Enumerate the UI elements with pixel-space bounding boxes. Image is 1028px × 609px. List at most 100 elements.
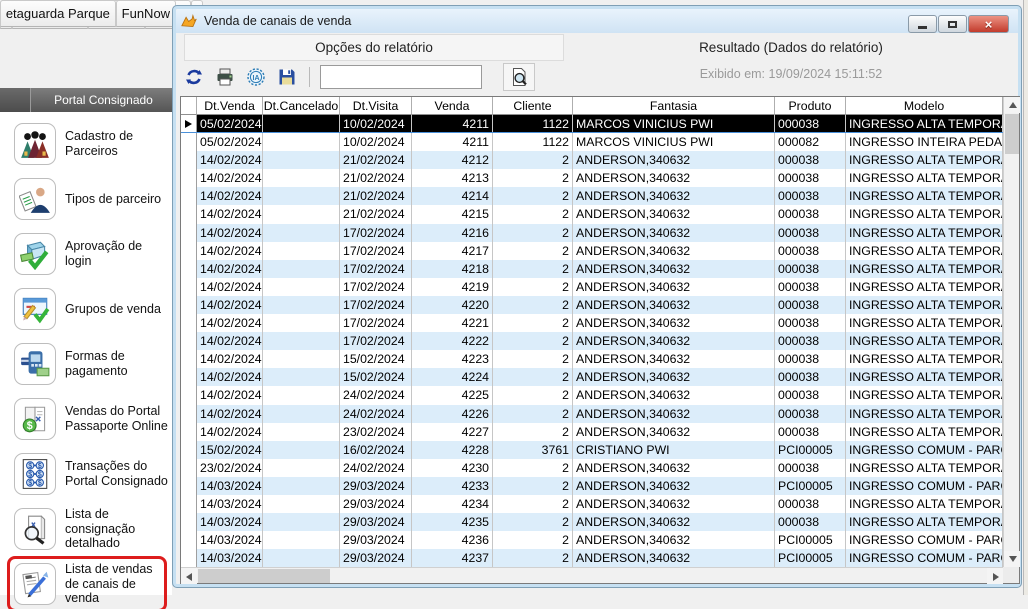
svg-text:$: $ <box>28 471 32 478</box>
cell: INGRESSO ALTA TEMPORAD <box>846 386 1003 404</box>
table-row[interactable]: 14/03/202429/03/202442332ANDERSON,340632… <box>181 477 1003 495</box>
close-button[interactable]: × <box>968 15 1009 33</box>
row-selector <box>181 368 197 386</box>
cell: 4211 <box>412 115 493 132</box>
sidebar-item-transacoes-do-portal-consignado[interactable]: $$$$$$Transações do Portal Consignado <box>10 449 172 499</box>
scroll-left-icon[interactable] <box>181 568 197 584</box>
table-row[interactable]: 14/03/202429/03/202442352ANDERSON,340632… <box>181 513 1003 531</box>
column-header-dt-visita[interactable]: Dt.Visita <box>340 97 412 115</box>
cell: 14/02/2024 <box>197 205 263 223</box>
refresh-button[interactable] <box>182 65 206 89</box>
table-row[interactable]: 05/02/202410/02/202442111122MARCOS VINIC… <box>181 115 1003 133</box>
cell: 2 <box>493 350 573 368</box>
column-header-produto[interactable]: Produto <box>775 97 846 115</box>
sidebar-item-lista-de-vendas-de-canais-de-venda[interactable]: Lista de vendas de canais de venda <box>10 559 164 609</box>
column-header-dt-cancelado[interactable]: Dt.Cancelado <box>263 97 340 115</box>
cell: 000038 <box>775 423 846 441</box>
row-selector <box>181 441 197 459</box>
cell: 4234 <box>412 495 493 513</box>
table-row[interactable]: 14/02/202421/02/202442142ANDERSON,340632… <box>181 187 1003 205</box>
portal-consignado-bar[interactable]: Portal Consignado <box>0 88 176 112</box>
table-row[interactable]: 14/02/202417/02/202442222ANDERSON,340632… <box>181 332 1003 350</box>
ia-report-button[interactable]: IA <box>244 65 268 89</box>
cell <box>263 115 340 132</box>
print-button[interactable] <box>213 65 237 89</box>
table-row[interactable]: 14/02/202417/02/202442172ANDERSON,340632… <box>181 242 1003 260</box>
sidebar-item-aprovacao-de-login[interactable]: Aprovação de login <box>10 229 172 279</box>
table-row[interactable]: 14/02/202421/02/202442152ANDERSON,340632… <box>181 205 1003 223</box>
table-row[interactable]: 14/02/202415/02/202442242ANDERSON,340632… <box>181 368 1003 386</box>
table-row[interactable]: 14/02/202424/02/202442262ANDERSON,340632… <box>181 405 1003 423</box>
ia-badge-icon: IA <box>246 67 266 87</box>
table-row[interactable]: 15/02/202416/02/202442283761CRISTIANO PW… <box>181 441 1003 459</box>
cell <box>263 187 340 205</box>
cell <box>263 133 340 151</box>
vertical-scroll-thumb[interactable] <box>1005 114 1019 154</box>
sidebar-item-grupos-de-venda[interactable]: Grupos de venda <box>10 284 172 334</box>
table-row[interactable]: 14/02/202417/02/202442212ANDERSON,340632… <box>181 314 1003 332</box>
sidebar-item-formas-de-pagamento[interactable]: Formas de pagamento <box>10 339 172 389</box>
column-header-dt-venda[interactable]: Dt.Venda <box>197 97 263 115</box>
row-selector <box>181 423 197 441</box>
cell: ANDERSON,340632 <box>573 169 775 187</box>
table-row[interactable]: 14/03/202429/03/202442362ANDERSON,340632… <box>181 531 1003 549</box>
column-header-fantasia[interactable]: Fantasia <box>573 97 775 115</box>
cell: ANDERSON,340632 <box>573 531 775 549</box>
table-row[interactable]: 05/02/202410/02/202442111122MARCOS VINIC… <box>181 133 1003 151</box>
sidebar-item-tipos-de-parceiro[interactable]: Tipos de parceiro <box>10 174 172 224</box>
column-header-gutter[interactable] <box>181 97 197 115</box>
table-row[interactable]: 14/02/202424/02/202442252ANDERSON,340632… <box>181 386 1003 404</box>
table-row[interactable]: 14/02/202421/02/202442132ANDERSON,340632… <box>181 169 1003 187</box>
row-selector <box>181 115 197 132</box>
sidebar-item-vendas-do-portal-passaporte-online[interactable]: $Vendas do Portal Passaporte Online <box>10 394 172 444</box>
cell: CRISTIANO PWI <box>573 441 775 459</box>
column-header-venda[interactable]: Venda <box>412 97 493 115</box>
tab-etaguarda-parque[interactable]: etaguarda Parque <box>0 0 116 27</box>
save-button[interactable] <box>275 65 299 89</box>
sidebar-item-lista-de-consignacao-detalhado[interactable]: Lista de consignação detalhado <box>10 504 172 554</box>
scroll-down-icon[interactable] <box>1004 551 1020 567</box>
vertical-scrollbar[interactable] <box>1003 97 1019 567</box>
cell: 000038 <box>775 115 846 132</box>
row-selector <box>181 513 197 531</box>
horizontal-scroll-thumb[interactable] <box>198 569 330 583</box>
cell <box>263 169 340 187</box>
minimize-button[interactable] <box>908 15 937 33</box>
report-filter-input[interactable] <box>320 65 482 89</box>
row-selector <box>181 151 197 169</box>
table-row[interactable]: 14/02/202415/02/202442232ANDERSON,340632… <box>181 350 1003 368</box>
row-selector <box>181 205 197 223</box>
tab-opcoes-do-relatorio[interactable]: Opções do relatório <box>184 34 564 61</box>
cell: 14/02/2024 <box>197 386 263 404</box>
restore-button[interactable] <box>938 15 967 33</box>
top-tab-row-2: etaguarda ParqueFunNow <box>0 0 176 27</box>
scroll-up-icon[interactable] <box>1004 97 1020 113</box>
tab-funnow[interactable]: FunNow <box>116 0 176 27</box>
cell: 000038 <box>775 224 846 242</box>
cell: 2 <box>493 495 573 513</box>
column-header-modelo[interactable]: Modelo <box>846 97 1003 115</box>
table-row[interactable]: 14/02/202417/02/202442162ANDERSON,340632… <box>181 224 1003 242</box>
tab-resultado-dados-do-relatorio[interactable]: Resultado (Dados do relatório) <box>567 34 1015 61</box>
transactions-icon: $$$$$$ <box>14 453 56 495</box>
cell: INGRESSO ALTA TEMPORAD <box>846 368 1003 386</box>
preview-report-button[interactable] <box>503 63 535 91</box>
cell: 14/03/2024 <box>197 549 263 567</box>
sidebar-item-cadastro-de-parceiros[interactable]: Cadastro de Parceiros <box>10 119 172 169</box>
table-row[interactable]: 14/02/202417/02/202442192ANDERSON,340632… <box>181 278 1003 296</box>
table-row[interactable]: 23/02/202424/02/202442302ANDERSON,340632… <box>181 459 1003 477</box>
horizontal-scrollbar[interactable] <box>181 567 1003 583</box>
table-row[interactable]: 14/03/202429/03/202442372ANDERSON,340632… <box>181 549 1003 567</box>
table-row[interactable]: 14/02/202417/02/202442182ANDERSON,340632… <box>181 260 1003 278</box>
table-row[interactable]: 14/03/202429/03/202442342ANDERSON,340632… <box>181 495 1003 513</box>
scroll-right-icon[interactable] <box>987 568 1003 584</box>
table-row[interactable]: 14/02/202423/02/202442272ANDERSON,340632… <box>181 423 1003 441</box>
window-titlebar[interactable]: Venda de canais de venda × <box>176 9 1018 33</box>
table-row[interactable]: 14/02/202421/02/202442122ANDERSON,340632… <box>181 151 1003 169</box>
row-selector <box>181 133 197 151</box>
cell: 17/02/2024 <box>340 332 412 350</box>
table-row[interactable]: 14/02/202417/02/202442202ANDERSON,340632… <box>181 296 1003 314</box>
column-header-cliente[interactable]: Cliente <box>493 97 573 115</box>
cell: 21/02/2024 <box>340 169 412 187</box>
cell: INGRESSO ALTA TEMPORAD <box>846 332 1003 350</box>
